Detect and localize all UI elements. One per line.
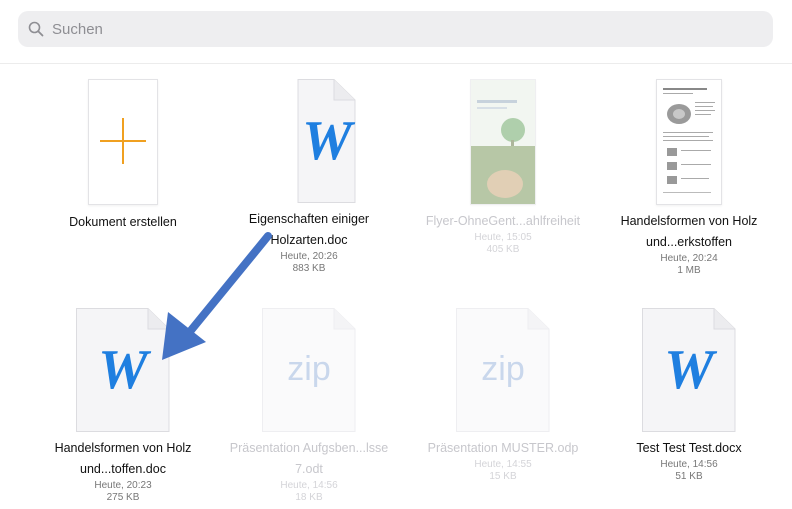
annotation-arrow-icon: [162, 232, 272, 360]
